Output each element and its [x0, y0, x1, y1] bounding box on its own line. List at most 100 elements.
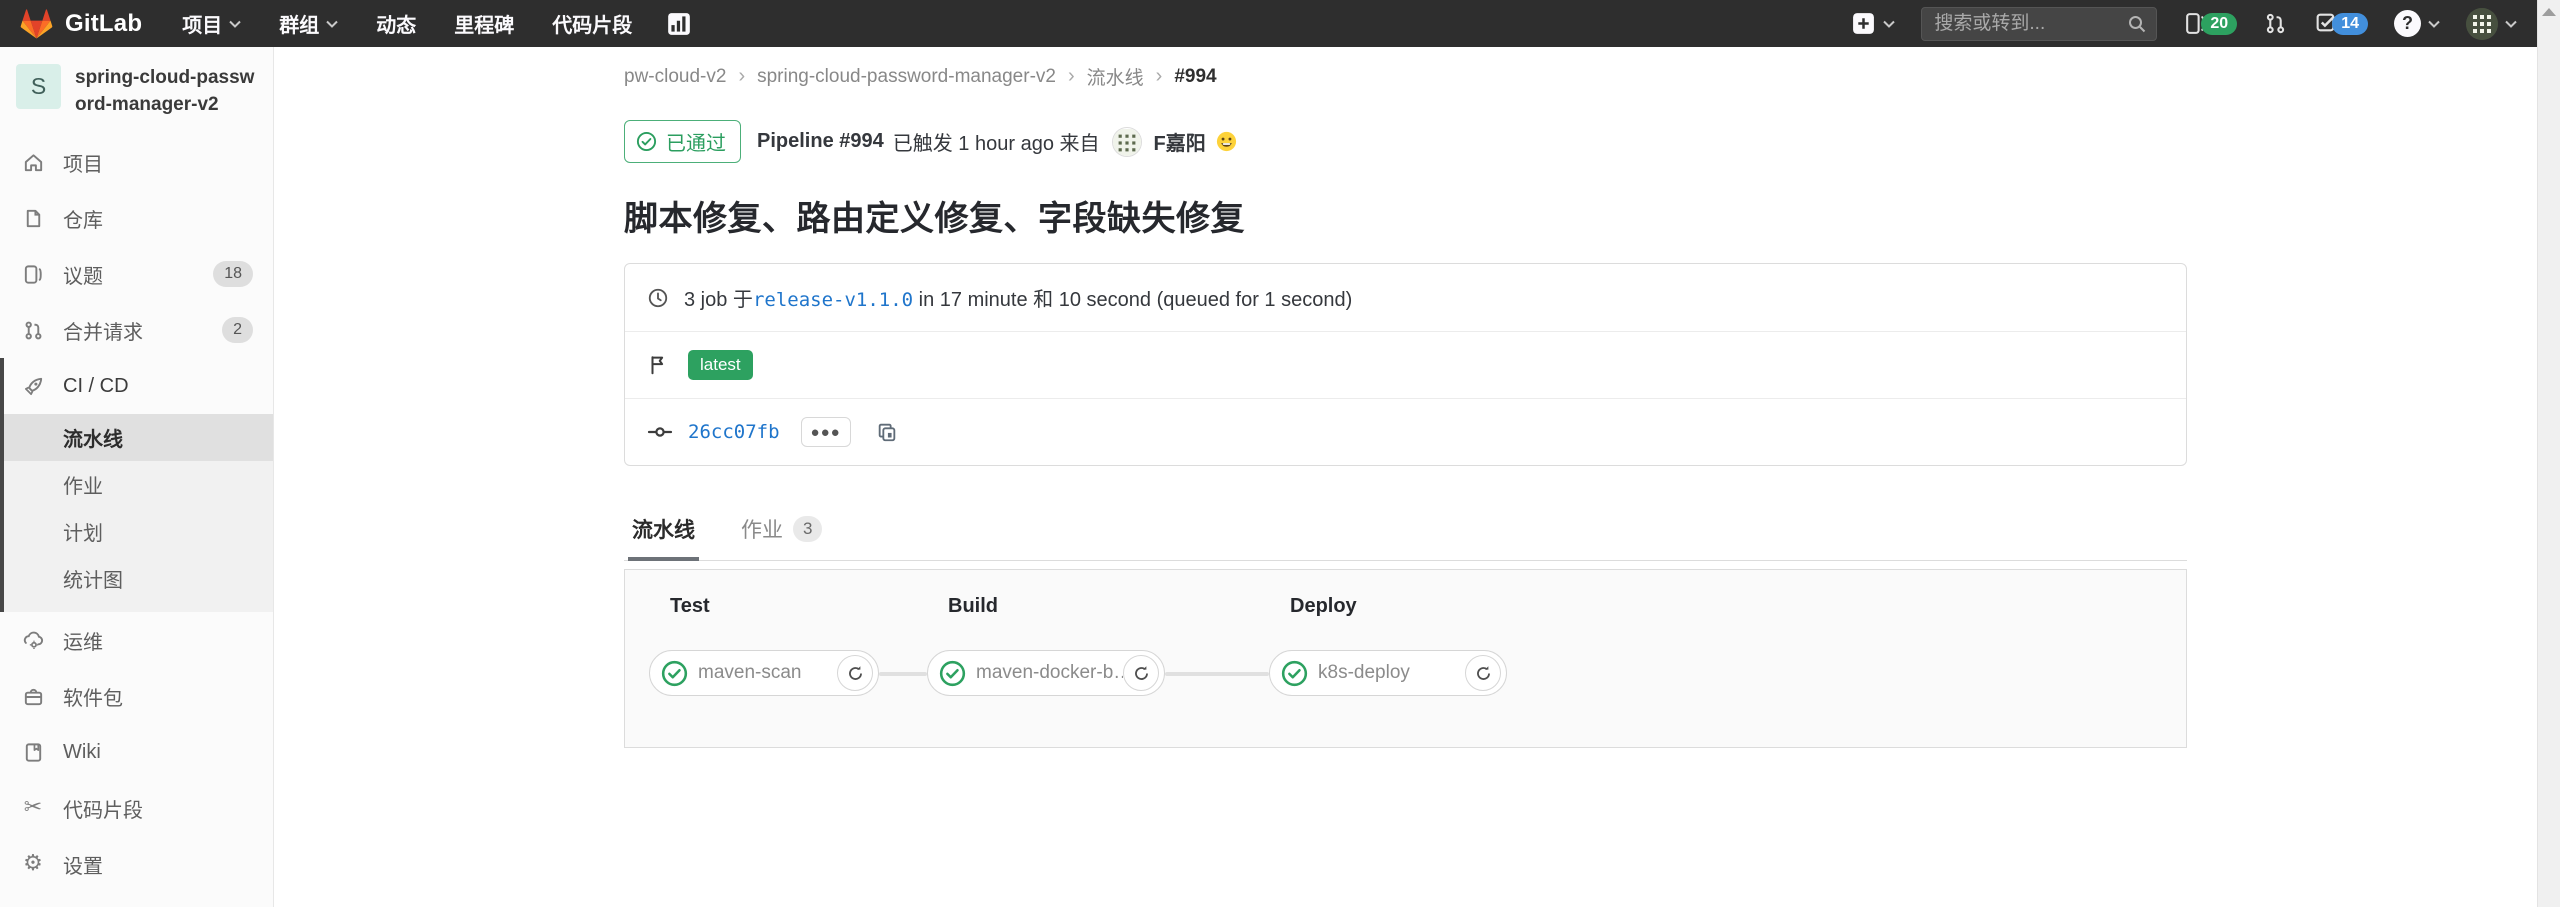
job-name: maven-docker-b…: [976, 662, 1123, 684]
jobs-count-badge: 3: [793, 516, 822, 542]
merge-request-icon: [20, 319, 46, 342]
topbar-nav: 项目 群组 动态 里程碑 代码片段: [182, 9, 632, 38]
chevron-down-icon: [2505, 20, 2517, 28]
breadcrumb-pipeline-id: #994: [1174, 66, 1216, 88]
todos-button[interactable]: 14: [2314, 11, 2368, 36]
commit-icon: [647, 421, 673, 443]
author-name[interactable]: F嘉阳: [1154, 127, 1206, 156]
pipeline-summary-card: 3 job 于release-v1.1.0 in 17 minute 和 10 …: [624, 263, 2187, 466]
global-search: [1921, 7, 2157, 41]
stage-title: Deploy: [1290, 595, 1507, 618]
retry-icon: [847, 665, 864, 682]
sidebar-item-merge-requests[interactable]: 合并请求 2: [0, 302, 273, 358]
document-icon: [20, 207, 46, 230]
search-input[interactable]: [1921, 7, 2157, 41]
tab-pipeline[interactable]: 流水线: [628, 508, 699, 561]
job-pill-k8s-deploy[interactable]: k8s-deploy: [1269, 650, 1507, 696]
project-name: spring-cloud-password-manager-v2: [75, 64, 257, 118]
scroll-up-arrow-icon[interactable]: [2542, 8, 2556, 16]
nav-activity[interactable]: 动态: [376, 9, 416, 38]
issues-count-badge: 18: [213, 261, 253, 287]
job-name: maven-scan: [698, 662, 837, 684]
sidebar-item-project[interactable]: 项目: [0, 134, 273, 190]
issues-count-badge: 20: [2201, 13, 2237, 35]
job-pill-maven-scan[interactable]: maven-scan: [649, 650, 879, 696]
stage-connector: [1165, 672, 1269, 676]
nav-snippets[interactable]: 代码片段: [552, 9, 632, 38]
sidebar-item-snippets[interactable]: ✂ 代码片段: [0, 780, 273, 836]
breadcrumb-project[interactable]: spring-cloud-password-manager-v2: [757, 65, 1075, 88]
retry-job-button[interactable]: [1123, 655, 1159, 691]
clock-icon: [647, 287, 669, 309]
analytics-chart-icon[interactable]: [666, 11, 692, 37]
page-scrollbar[interactable]: [2537, 0, 2560, 907]
triggered-text: 已触发 1 hour ago 来自: [893, 127, 1100, 156]
sidebar-item-wiki[interactable]: Wiki: [0, 724, 273, 780]
search-icon[interactable]: [2127, 14, 2147, 34]
retry-job-button[interactable]: [837, 655, 873, 691]
sidebar-item-cicd[interactable]: CI / CD: [4, 358, 273, 414]
merge-requests-button[interactable]: [2263, 11, 2288, 36]
retry-job-button[interactable]: [1465, 655, 1501, 691]
pipeline-tabs: 流水线 作业 3: [624, 508, 2187, 561]
rocket-icon: [20, 375, 46, 398]
retry-icon: [1133, 665, 1150, 682]
sidebar-item-operations[interactable]: 运维: [0, 612, 273, 668]
retry-icon: [1475, 665, 1492, 682]
sidebar-item-packages[interactable]: 软件包: [0, 668, 273, 724]
wiki-book-icon: [20, 741, 46, 764]
success-check-icon: [1281, 660, 1308, 687]
copy-icon[interactable]: [876, 421, 898, 443]
breadcrumb: pw-cloud-v2 spring-cloud-password-manage…: [624, 63, 2187, 90]
nav-projects[interactable]: 项目: [182, 9, 241, 38]
check-circle-icon: [636, 131, 657, 152]
merge-request-icon: [2263, 11, 2288, 36]
chevron-down-icon: [229, 20, 241, 28]
pipeline-graph: Test maven-scan Build: [624, 569, 2187, 748]
user-avatar: [2466, 8, 2498, 40]
breadcrumb-pipelines[interactable]: 流水线: [1087, 63, 1163, 90]
commit-description-toggle[interactable]: ●●●: [801, 417, 851, 447]
sidebar-item-issues[interactable]: 议题 18: [0, 246, 273, 302]
main-content: pw-cloud-v2 spring-cloud-password-manage…: [274, 47, 2537, 907]
help-menu-button[interactable]: ?: [2394, 10, 2440, 37]
nav-milestones[interactable]: 里程碑: [454, 9, 514, 38]
project-context-header[interactable]: S spring-cloud-password-manager-v2: [0, 47, 273, 134]
job-pill-maven-docker-build[interactable]: maven-docker-b…: [927, 650, 1165, 696]
stage-deploy: Deploy k8s-deploy: [1269, 595, 1507, 696]
commit-sha-link[interactable]: 26cc07fb: [688, 421, 780, 443]
pipeline-headline: Pipeline #994 已触发 1 hour ago 来自 F嘉阳: [757, 127, 1238, 157]
project-avatar: S: [16, 64, 61, 109]
chevron-down-icon: [326, 20, 338, 28]
jobs-duration-text: 3 job 于release-v1.1.0 in 17 minute 和 10 …: [684, 283, 1352, 312]
gitlab-logo[interactable]: GitLab: [20, 7, 142, 40]
ref-link[interactable]: release-v1.1.0: [753, 289, 913, 311]
flag-icon: [647, 354, 669, 376]
cicd-submenu: 流水线 作业 计划 统计图: [4, 414, 273, 612]
sidebar-item-settings[interactable]: ⚙ 设置: [0, 836, 273, 892]
submenu-item-jobs[interactable]: 作业: [4, 461, 273, 508]
sidebar-item-repository[interactable]: 仓库: [0, 190, 273, 246]
nav-groups[interactable]: 群组: [279, 9, 338, 38]
stage-title: Test: [670, 595, 879, 618]
commit-row: 26cc07fb ●●●: [625, 398, 2186, 465]
pipeline-number: Pipeline #994: [757, 130, 884, 153]
issues-counter-button[interactable]: 20: [2183, 11, 2237, 36]
success-check-icon: [661, 660, 688, 687]
todos-count-badge: 14: [2332, 13, 2368, 35]
merge-requests-count-badge: 2: [222, 317, 253, 343]
smiley-emoji-icon: [1215, 130, 1238, 153]
new-menu-button[interactable]: [1851, 11, 1895, 36]
stage-connector: [879, 672, 927, 676]
success-check-icon: [939, 660, 966, 687]
job-name: k8s-deploy: [1318, 662, 1465, 684]
author-avatar[interactable]: [1112, 127, 1142, 157]
submenu-item-schedules[interactable]: 计划: [4, 508, 273, 555]
user-menu-button[interactable]: [2466, 8, 2517, 40]
breadcrumb-group[interactable]: pw-cloud-v2: [624, 65, 745, 88]
tab-jobs[interactable]: 作业 3: [737, 508, 826, 561]
stage-build: Build maven-docker-b…: [927, 595, 1165, 696]
status-badge-passed[interactable]: 已通过: [624, 120, 741, 163]
submenu-item-charts[interactable]: 统计图: [4, 555, 273, 602]
submenu-item-pipelines[interactable]: 流水线: [4, 414, 273, 461]
